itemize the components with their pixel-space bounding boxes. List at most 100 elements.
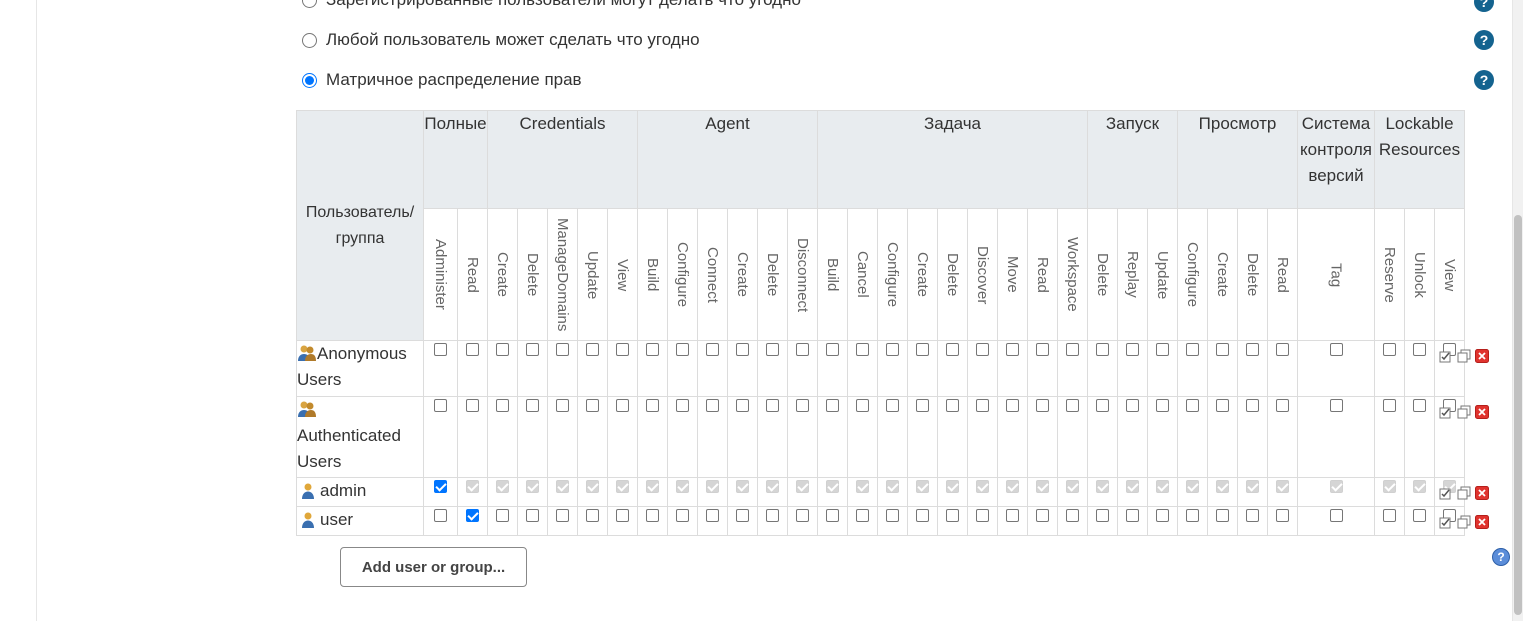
permission-checkbox[interactable] <box>1066 399 1079 412</box>
permission-checkbox[interactable] <box>1096 399 1109 412</box>
permission-checkbox[interactable] <box>946 343 959 356</box>
permission-checkbox[interactable] <box>1246 509 1259 522</box>
permission-checkbox[interactable] <box>826 399 839 412</box>
permission-checkbox[interactable] <box>1186 343 1199 356</box>
permission-checkbox[interactable] <box>1246 343 1259 356</box>
copy-icon[interactable] <box>1457 515 1471 529</box>
permission-checkbox[interactable] <box>1383 343 1396 356</box>
delete-icon[interactable] <box>1475 349 1489 363</box>
permission-checkbox[interactable] <box>496 343 509 356</box>
permission-checkbox[interactable] <box>1413 343 1426 356</box>
permission-checkbox[interactable] <box>1006 399 1019 412</box>
permission-checkbox[interactable] <box>586 399 599 412</box>
permission-checkbox[interactable] <box>646 509 659 522</box>
permission-checkbox[interactable] <box>676 343 689 356</box>
permission-checkbox[interactable] <box>916 343 929 356</box>
permission-checkbox[interactable] <box>1186 399 1199 412</box>
permission-checkbox[interactable] <box>1126 343 1139 356</box>
permission-checkbox[interactable] <box>1066 343 1079 356</box>
permission-checkbox[interactable] <box>916 509 929 522</box>
permission-checkbox[interactable] <box>1006 509 1019 522</box>
select-all-icon[interactable] <box>1439 515 1453 529</box>
permission-checkbox[interactable] <box>434 399 447 412</box>
permission-checkbox[interactable] <box>856 399 869 412</box>
permission-checkbox[interactable] <box>976 343 989 356</box>
permission-checkbox[interactable] <box>466 399 479 412</box>
permission-checkbox[interactable] <box>766 509 779 522</box>
permission-checkbox[interactable] <box>1066 509 1079 522</box>
select-all-icon[interactable] <box>1439 405 1453 419</box>
permission-checkbox[interactable] <box>706 343 719 356</box>
permission-checkbox[interactable] <box>586 509 599 522</box>
permission-checkbox[interactable] <box>1096 343 1109 356</box>
permission-checkbox[interactable] <box>1036 509 1049 522</box>
copy-icon[interactable] <box>1457 486 1471 500</box>
help-icon[interactable]: ? <box>1474 70 1494 90</box>
strategy-anyone[interactable]: Любой пользователь может сделать что уго… <box>302 28 700 52</box>
permission-checkbox[interactable] <box>676 509 689 522</box>
add-user-or-group-button[interactable]: Add user or group... <box>340 547 527 587</box>
permission-checkbox[interactable] <box>766 399 779 412</box>
permission-checkbox[interactable] <box>1096 509 1109 522</box>
select-all-icon[interactable] <box>1439 349 1453 363</box>
scrollbar[interactable] <box>1512 0 1523 621</box>
permission-checkbox[interactable] <box>706 399 719 412</box>
delete-icon[interactable] <box>1475 486 1489 500</box>
strategy-matrix[interactable]: Матричное распределение прав <box>302 68 582 92</box>
permission-checkbox[interactable] <box>886 509 899 522</box>
permission-checkbox[interactable] <box>434 480 447 493</box>
permission-checkbox[interactable] <box>1276 509 1289 522</box>
permission-checkbox[interactable] <box>736 343 749 356</box>
select-all-icon[interactable] <box>1439 486 1453 500</box>
permission-checkbox[interactable] <box>1156 343 1169 356</box>
permission-checkbox[interactable] <box>1156 509 1169 522</box>
radio-button[interactable] <box>302 32 317 48</box>
radio-button[interactable] <box>302 0 317 8</box>
permission-checkbox[interactable] <box>796 343 809 356</box>
permission-checkbox[interactable] <box>1276 343 1289 356</box>
delete-icon[interactable] <box>1475 515 1489 529</box>
permission-checkbox[interactable] <box>766 343 779 356</box>
permission-checkbox[interactable] <box>1383 399 1396 412</box>
permission-checkbox[interactable] <box>496 509 509 522</box>
copy-icon[interactable] <box>1457 405 1471 419</box>
delete-icon[interactable] <box>1475 405 1489 419</box>
permission-checkbox[interactable] <box>946 399 959 412</box>
permission-checkbox[interactable] <box>1006 343 1019 356</box>
permission-checkbox[interactable] <box>736 399 749 412</box>
permission-checkbox[interactable] <box>826 343 839 356</box>
permission-checkbox[interactable] <box>1329 343 1343 356</box>
permission-checkbox[interactable] <box>434 509 447 522</box>
permission-checkbox[interactable] <box>976 509 989 522</box>
permission-checkbox[interactable] <box>1216 343 1229 356</box>
permission-checkbox[interactable] <box>466 343 479 356</box>
permission-checkbox[interactable] <box>796 509 809 522</box>
permission-checkbox[interactable] <box>556 509 569 522</box>
permission-checkbox[interactable] <box>1036 399 1049 412</box>
help-icon[interactable]: ? <box>1474 30 1494 50</box>
permission-checkbox[interactable] <box>736 509 749 522</box>
permission-checkbox[interactable] <box>556 399 569 412</box>
permission-checkbox[interactable] <box>1126 399 1139 412</box>
permission-checkbox[interactable] <box>1036 343 1049 356</box>
scroll-thumb[interactable] <box>1514 215 1522 615</box>
permission-checkbox[interactable] <box>1126 509 1139 522</box>
permission-checkbox[interactable] <box>706 509 719 522</box>
copy-icon[interactable] <box>1457 349 1471 363</box>
help-icon[interactable]: ? <box>1492 548 1510 566</box>
permission-checkbox[interactable] <box>856 343 869 356</box>
permission-checkbox[interactable] <box>796 399 809 412</box>
permission-checkbox[interactable] <box>916 399 929 412</box>
permission-checkbox[interactable] <box>1329 399 1343 412</box>
permission-checkbox[interactable] <box>466 509 479 522</box>
permission-checkbox[interactable] <box>646 399 659 412</box>
permission-checkbox[interactable] <box>946 509 959 522</box>
permission-checkbox[interactable] <box>1216 509 1229 522</box>
radio-button-selected[interactable] <box>302 72 317 88</box>
permission-checkbox[interactable] <box>1413 509 1426 522</box>
permission-checkbox[interactable] <box>616 343 629 356</box>
permission-checkbox[interactable] <box>496 399 509 412</box>
permission-checkbox[interactable] <box>434 343 447 356</box>
strategy-registered-users[interactable]: Зарегистрированные пользователи могут де… <box>302 0 801 12</box>
permission-checkbox[interactable] <box>976 399 989 412</box>
